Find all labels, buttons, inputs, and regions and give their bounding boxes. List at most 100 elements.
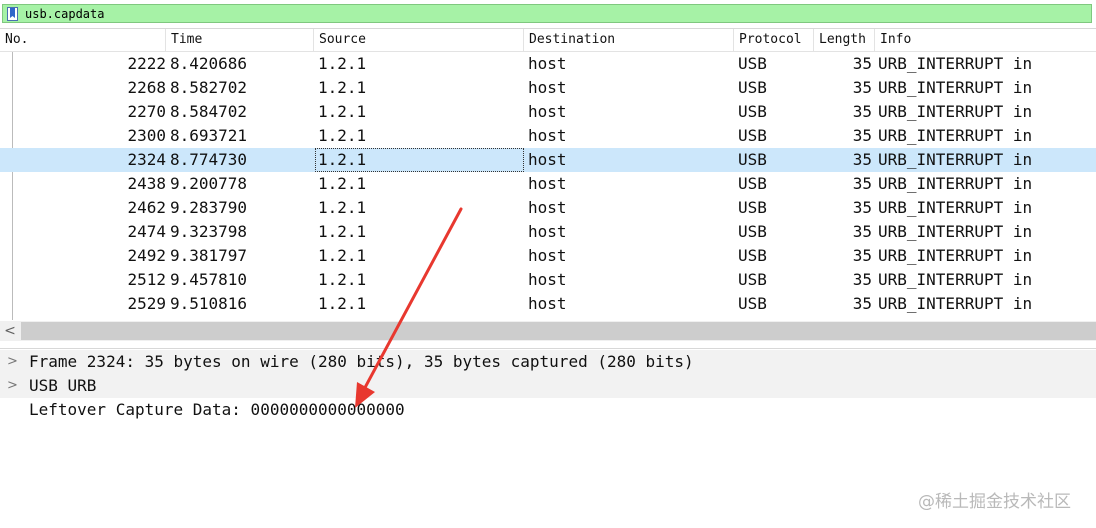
packet-no: 2474 [127,222,166,241]
packet-row[interactable]: 2438 9.200778 1.2.1 host USB 35 URB_INTE… [0,172,1096,196]
packet-length: 35 [852,174,872,193]
packet-no: 2300 [127,126,166,145]
horizontal-scrollbar[interactable]: < [0,321,1096,341]
packet-time: 8.584702 [170,102,248,121]
display-filter-input[interactable]: usb.capdata [2,4,1092,23]
packet-no: 2512 [127,270,166,289]
watermark: @稀土掘金技术社区 [918,492,1071,512]
packet-length: 35 [852,126,872,145]
display-filter-text: usb.capdata [25,7,105,21]
packet-source: 1.2.1 [318,246,367,265]
packet-time: 9.323798 [170,222,248,241]
packet-info: URB_INTERRUPT in [878,222,1033,241]
packet-time: 9.457810 [170,270,248,289]
packet-row[interactable]: 2492 9.381797 1.2.1 host USB 35 URB_INTE… [0,244,1096,268]
packet-no: 2270 [127,102,166,121]
packet-source: 1.2.1 [318,126,367,145]
packet-protocol: USB [738,222,767,241]
detail-text: Frame 2324: 35 bytes on wire (280 bits),… [29,352,694,371]
packet-time: 8.582702 [170,78,248,97]
packet-source: 1.2.1 [318,102,367,121]
packet-destination: host [528,246,567,265]
detail-text: Leftover Capture Data: 0000000000000000 [29,400,405,419]
chevron-right-icon[interactable]: > [7,350,19,374]
packet-destination: host [528,270,567,289]
packet-length: 35 [852,198,872,217]
packet-time: 9.200778 [170,174,248,193]
detail-tree-item-leftover-data[interactable]: Leftover Capture Data: 0000000000000000 [0,398,1096,422]
scrollbar-thumb[interactable] [21,322,1096,340]
packet-info: URB_INTERRUPT in [878,198,1033,217]
packet-destination: host [528,294,567,313]
column-header-length[interactable]: Length [814,29,875,51]
packet-source: 1.2.1 [318,294,367,313]
packet-no: 2529 [127,294,166,313]
packet-row[interactable]: 2270 8.584702 1.2.1 host USB 35 URB_INTE… [0,100,1096,124]
packet-source: 1.2.1 [318,78,367,97]
packet-info: URB_INTERRUPT in [878,246,1033,265]
packet-source: 1.2.1 [318,54,367,73]
bookmark-icon[interactable] [7,7,18,21]
packet-destination: host [528,198,567,217]
packet-row[interactable]: 2222 8.420686 1.2.1 host USB 35 URB_INTE… [0,52,1096,76]
scroll-left-icon[interactable]: < [0,321,20,341]
packet-info: URB_INTERRUPT in [878,126,1033,145]
display-filter-bar: usb.capdata [0,0,1096,28]
packet-destination: host [528,150,567,169]
packet-row[interactable]: 2462 9.283790 1.2.1 host USB 35 URB_INTE… [0,196,1096,220]
packet-protocol: USB [738,174,767,193]
packet-info: URB_INTERRUPT in [878,150,1033,169]
packet-row[interactable]: 2474 9.323798 1.2.1 host USB 35 URB_INTE… [0,220,1096,244]
packet-length: 35 [852,270,872,289]
packet-info: URB_INTERRUPT in [878,54,1033,73]
packet-row[interactable]: 2529 9.510816 1.2.1 host USB 35 URB_INTE… [0,292,1096,316]
packet-length: 35 [852,294,872,313]
packet-destination: host [528,78,567,97]
packet-row[interactable]: 2300 8.693721 1.2.1 host USB 35 URB_INTE… [0,124,1096,148]
packet-list-header: No. Time Source Destination Protocol Len… [0,28,1096,52]
packet-source: 1.2.1 [318,150,367,169]
packet-source: 1.2.1 [318,174,367,193]
column-header-time[interactable]: Time [166,29,314,51]
packet-time: 9.283790 [170,198,248,217]
packet-length: 35 [852,222,872,241]
column-header-info[interactable]: Info [875,29,1096,51]
detail-tree-item-usb-urb[interactable]: > USB URB [0,374,1096,398]
packet-source: 1.2.1 [318,222,367,241]
packet-protocol: USB [738,54,767,73]
packet-length: 35 [852,150,872,169]
packet-protocol: USB [738,126,767,145]
packet-row[interactable]: 2512 9.457810 1.2.1 host USB 35 URB_INTE… [0,268,1096,292]
packet-length: 35 [852,78,872,97]
packet-no: 2222 [127,54,166,73]
packet-destination: host [528,174,567,193]
chevron-right-icon[interactable]: > [7,374,19,398]
packet-row-selected[interactable]: 2324 8.774730 1.2.1 host USB 35 URB_INTE… [0,148,1096,172]
column-header-protocol[interactable]: Protocol [734,29,814,51]
packet-time: 8.693721 [170,126,248,145]
packet-destination: host [528,102,567,121]
column-header-source[interactable]: Source [314,29,524,51]
column-header-destination[interactable]: Destination [524,29,734,51]
detail-tree-item-frame[interactable]: > Frame 2324: 35 bytes on wire (280 bits… [0,350,1096,374]
column-header-no[interactable]: No. [0,29,166,51]
packet-length: 35 [852,102,872,121]
packet-destination: host [528,126,567,145]
packet-destination: host [528,54,567,73]
packet-info: URB_INTERRUPT in [878,174,1033,193]
packet-protocol: USB [738,198,767,217]
packet-row[interactable]: 2268 8.582702 1.2.1 host USB 35 URB_INTE… [0,76,1096,100]
packet-info: URB_INTERRUPT in [878,270,1033,289]
packet-protocol: USB [738,270,767,289]
packet-no: 2438 [127,174,166,193]
packet-protocol: USB [738,102,767,121]
packet-no: 2324 [127,150,166,169]
packet-length: 35 [852,246,872,265]
packet-no: 2268 [127,78,166,97]
packet-list: 2222 8.420686 1.2.1 host USB 35 URB_INTE… [0,52,1096,320]
packet-protocol: USB [738,78,767,97]
packet-info: URB_INTERRUPT in [878,294,1033,313]
packet-destination: host [528,222,567,241]
packet-info: URB_INTERRUPT in [878,102,1033,121]
packet-length: 35 [852,54,872,73]
